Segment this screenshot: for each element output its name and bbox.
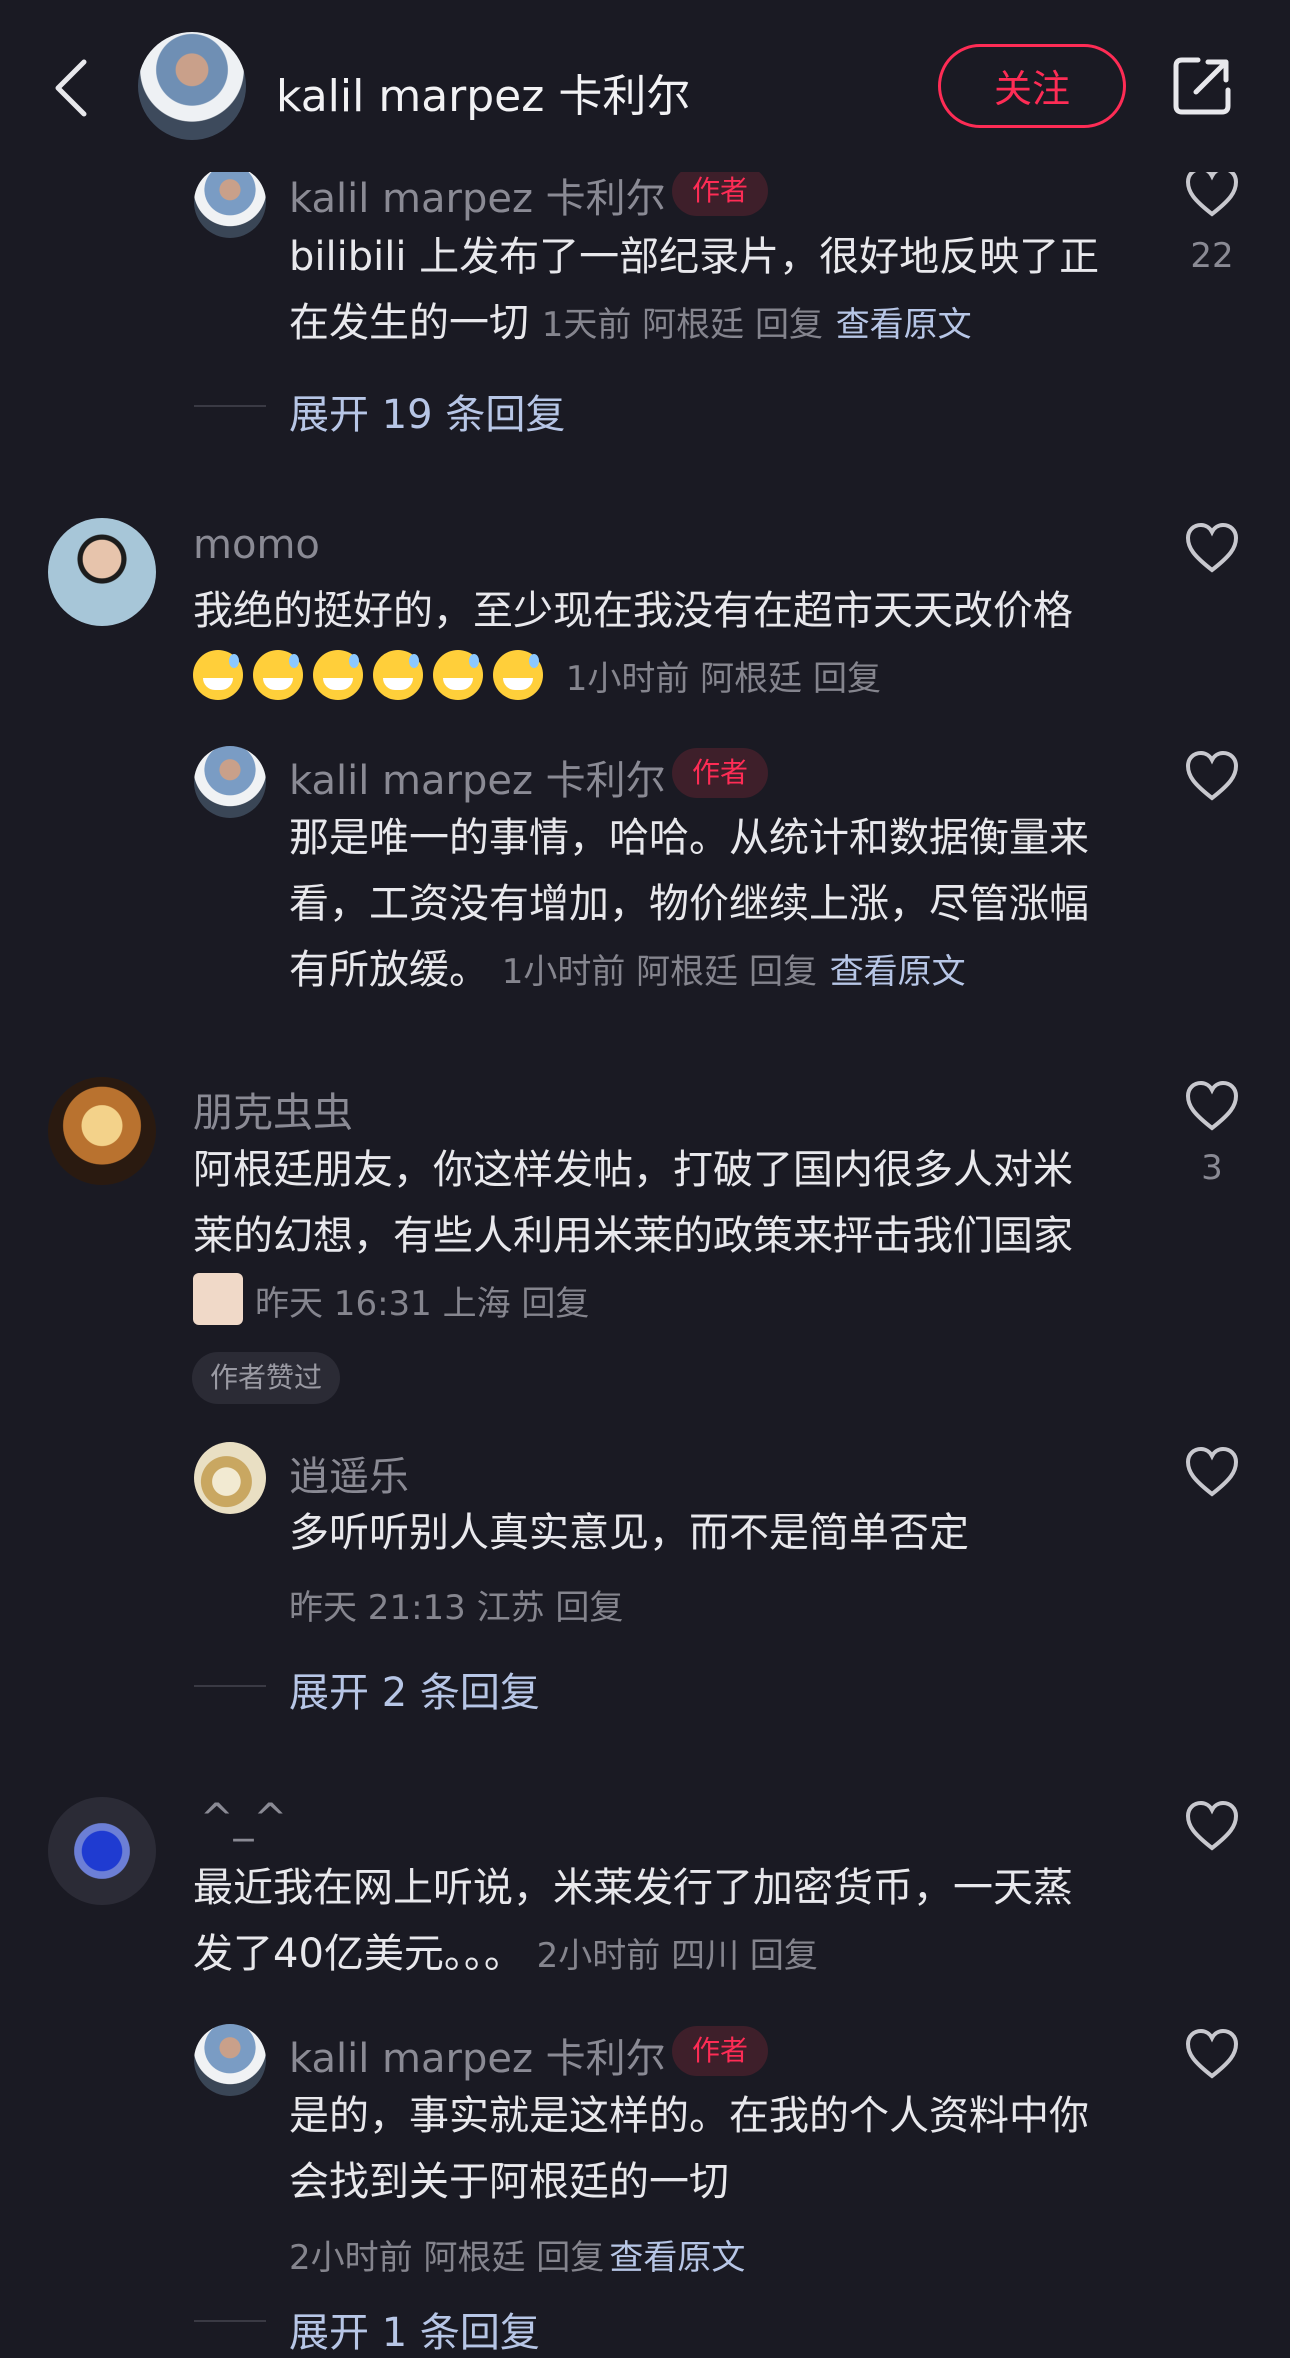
commenter-avatar[interactable]	[48, 518, 156, 626]
reply-text-line: 多听听别人真实意见，而不是简单否定	[289, 1510, 969, 1556]
back-icon[interactable]	[52, 58, 92, 118]
author-name[interactable]: kalil marpez 卡利尔	[276, 60, 690, 124]
comment-meta[interactable]: 2小时前 四川 回复	[537, 1936, 818, 1976]
sweat-smile-emoji	[313, 650, 363, 700]
sweat-smile-emoji	[493, 650, 543, 700]
comment-text: 我绝的挺好的，至少现在我没有在超市天天改价格 1小时前 阿根廷 回复	[193, 578, 1153, 712]
reply-avatar[interactable]	[194, 2024, 266, 2096]
reply-meta[interactable]: 1小时前 阿根廷 回复	[502, 952, 817, 992]
divider	[194, 2320, 266, 2322]
author-badge: 作者	[672, 748, 769, 798]
reply-text: 是的，事实就是这样的。在我的个人资料中你 会找到关于阿根廷的一切	[289, 2083, 1149, 2215]
reply-text-line: bilibili 上发布了一部纪录片，很好地反映了正	[289, 234, 1100, 280]
expand-replies-button[interactable]: 展开 19 条回复	[289, 382, 565, 440]
view-original-link[interactable]: 查看原文	[836, 305, 972, 345]
commenter-username[interactable]: momo	[193, 522, 320, 568]
comment-text-line: 发了40亿美元。。。 2小时前 四川 回复	[193, 1921, 1153, 1989]
reply-text-line: 是的，事实就是这样的。在我的个人资料中你	[289, 2093, 1089, 2139]
comment-text: 最近我在网上听说，米莱发行了加密货币，一天蒸 发了40亿美元。。。 2小时前 四…	[193, 1855, 1153, 1989]
comment-meta[interactable]: 1小时前 阿根廷 回复	[566, 659, 881, 699]
heart-icon[interactable]	[1184, 2028, 1240, 2080]
author-avatar[interactable]	[138, 32, 246, 140]
reply-text-line: 有所放缓。 1小时前 阿根廷 回复 查看原文	[289, 937, 1149, 1005]
comment-text-line: 1小时前 阿根廷 回复	[193, 644, 1153, 712]
reply-meta-row: 2小时前 阿根廷 回复 查看原文	[289, 2230, 745, 2279]
expand-replies-button[interactable]: 展开 2 条回复	[289, 1660, 540, 1718]
comment-text-line: 我绝的挺好的，至少现在我没有在超市天天改价格	[193, 588, 1073, 634]
reply-meta[interactable]: 1天前 阿根廷 回复	[542, 305, 823, 345]
share-icon[interactable]	[1170, 54, 1234, 118]
reply-avatar[interactable]	[194, 746, 266, 818]
reply-text: bilibili 上发布了一部纪录片，很好地反映了正 在发生的一切 1天前 阿根…	[289, 224, 1149, 358]
reply-text: 那是唯一的事情，哈哈。从统计和数据衡量来 看，工资没有增加，物价继续上涨，尽管涨…	[289, 805, 1149, 1005]
heart-icon[interactable]	[1184, 166, 1240, 218]
reply-username[interactable]: kalil marpez 卡利尔	[289, 748, 666, 806]
commenter-username[interactable]: ^_^	[200, 1796, 287, 1842]
sweat-smile-emoji	[193, 650, 243, 700]
heart-icon[interactable]	[1184, 1446, 1240, 1498]
commenter-avatar[interactable]	[48, 1797, 156, 1905]
follow-button[interactable]: 关注	[938, 44, 1126, 128]
comment-text: 阿根廷朋友，你这样发帖，打破了国内很多人对米 莱的幻想，有些人利用米莱的政策来抨…	[193, 1137, 1153, 1337]
reply-username[interactable]: 逍遥乐	[289, 1444, 409, 1502]
divider	[194, 405, 266, 407]
author-badge: 作者	[672, 166, 769, 216]
like-count: 22	[1190, 236, 1234, 276]
comment-meta[interactable]: 昨天 16:31 上海 回复	[255, 1284, 589, 1324]
reply-avatar[interactable]	[194, 1442, 266, 1514]
author-liked-tag: 作者赞过	[192, 1352, 341, 1404]
comment-text-line: 昨天 16:31 上海 回复	[193, 1269, 1153, 1337]
sweat-smile-emoji	[433, 650, 483, 700]
reply-text: 多听听别人真实意见，而不是简单否定	[289, 1500, 1149, 1566]
heart-icon[interactable]	[1184, 750, 1240, 802]
sticker-emoji	[193, 1273, 243, 1325]
reply-text-line: 看，工资没有增加，物价继续上涨，尽管涨幅	[289, 881, 1089, 927]
heart-icon[interactable]	[1184, 1800, 1240, 1852]
comment-text-line: 莱的幻想，有些人利用米莱的政策来抨击我们国家	[193, 1213, 1073, 1259]
reply-text-line: 那是唯一的事情，哈哈。从统计和数据衡量来	[289, 815, 1089, 861]
sweat-smile-emoji	[373, 650, 423, 700]
divider	[194, 1685, 266, 1687]
author-badge: 作者	[672, 2026, 769, 2076]
heart-icon[interactable]	[1184, 1080, 1240, 1132]
view-original-link[interactable]: 查看原文	[830, 952, 966, 992]
reply-text-line: 在发生的一切 1天前 阿根廷 回复 查看原文	[289, 290, 1149, 358]
reply-meta[interactable]: 2小时前 阿根廷 回复	[289, 2238, 604, 2278]
sweat-smile-emoji	[253, 650, 303, 700]
commenter-avatar[interactable]	[48, 1077, 156, 1185]
reply-avatar[interactable]	[194, 166, 266, 238]
comment-text-line: 阿根廷朋友，你这样发帖，打破了国内很多人对米	[193, 1147, 1073, 1193]
reply-username[interactable]: kalil marpez 卡利尔	[289, 2026, 666, 2084]
reply-text-line: 会找到关于阿根廷的一切	[289, 2159, 729, 2205]
view-original-link[interactable]: 查看原文	[609, 2238, 745, 2278]
commenter-username[interactable]: 朋克虫虫	[193, 1080, 353, 1138]
reply-text-tail: 在发生的一切	[289, 300, 529, 346]
comment-text-tail: 发了40亿美元。。。	[193, 1931, 524, 1977]
heart-icon[interactable]	[1184, 522, 1240, 574]
top-bar: kalil marpez 卡利尔 关注	[0, 0, 1290, 172]
reply-username[interactable]: kalil marpez 卡利尔	[289, 166, 666, 224]
reply-text-tail: 有所放缓。	[289, 947, 489, 993]
reply-meta[interactable]: 昨天 21:13 江苏 回复	[289, 1580, 623, 1629]
like-count: 3	[1201, 1148, 1223, 1188]
expand-replies-button[interactable]: 展开 1 条回复	[289, 2300, 540, 2358]
comment-text-line: 最近我在网上听说，米莱发行了加密货币，一天蒸	[193, 1865, 1073, 1911]
